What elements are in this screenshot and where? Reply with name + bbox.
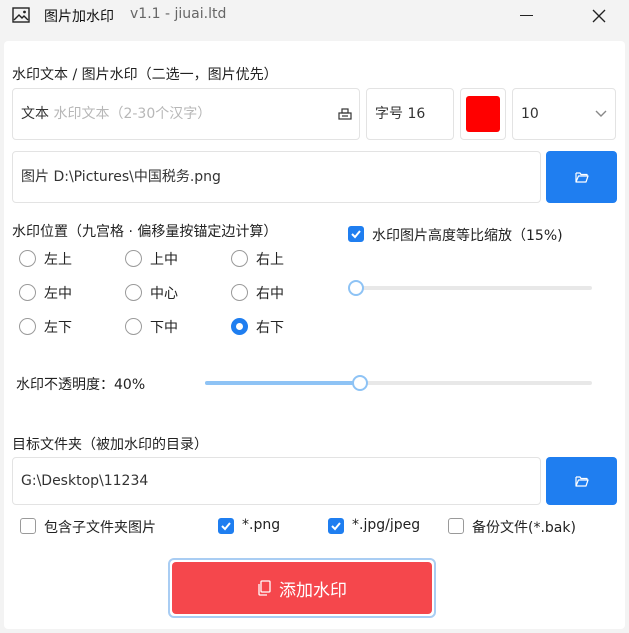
opacity-label: 水印不透明度：40% [16, 377, 146, 393]
scale-label: 水印图片高度等比缩放（15%) [372, 228, 563, 244]
radio-label-bottom-center: 下中 [150, 320, 178, 336]
target-folder-value: G:\Desktop\11234 [21, 473, 149, 489]
radio-top-right[interactable] [231, 250, 248, 267]
browse-folder-button[interactable] [546, 457, 617, 505]
minimize-icon[interactable] [520, 15, 533, 16]
font-size-value: 16 [407, 106, 426, 122]
radio-middle-left[interactable] [19, 284, 36, 301]
watermark-text-field[interactable]: 文本 水印文本（2-30个汉字） [12, 88, 360, 140]
checkmark-icon [351, 230, 361, 239]
radio-top-left[interactable] [19, 250, 36, 267]
opacity-slider-fill [205, 381, 360, 385]
scale-checkbox[interactable] [348, 226, 364, 242]
radio-label-center: 中心 [150, 286, 178, 302]
radio-bottom-left[interactable] [19, 318, 36, 335]
window-title: 图片加水印 [44, 9, 114, 25]
image-path-field[interactable]: 图片 D:\Pictures\中国税务.png [12, 151, 541, 203]
image-path-content: 图片 D:\Pictures\中国税务.png [21, 152, 221, 202]
radio-label-bottom-left: 左下 [44, 320, 72, 336]
opacity-slider-track[interactable] [205, 381, 592, 385]
image-icon [12, 7, 30, 23]
checkmark-icon [221, 522, 231, 531]
chevron-down-icon [595, 110, 607, 117]
add-watermark-button[interactable]: 添加水印 [168, 558, 436, 618]
copy-icon [258, 580, 271, 596]
radio-middle-right[interactable] [231, 284, 248, 301]
radio-label-top-center: 上中 [150, 252, 178, 268]
color-swatch [466, 96, 500, 132]
close-icon[interactable] [588, 5, 610, 27]
browse-image-button[interactable] [546, 151, 617, 203]
jpg-label: *.jpg/jpeg [352, 517, 421, 533]
font-size-content: 字号 16 [375, 89, 425, 139]
font-size-field[interactable]: 字号 16 [366, 88, 454, 140]
radio-bottom-right[interactable] [231, 318, 248, 335]
folder-open-icon [574, 476, 589, 487]
add-watermark-label: 添加水印 [279, 580, 347, 601]
radio-center[interactable] [125, 284, 142, 301]
color-picker-button[interactable] [460, 88, 506, 140]
jpg-checkbox[interactable] [328, 518, 344, 534]
radio-label-top-right: 右上 [256, 252, 284, 268]
count-select-value: 10 [521, 106, 539, 122]
target-folder-field[interactable]: G:\Desktop\11234 [12, 457, 541, 505]
png-label: *.png [242, 517, 281, 533]
position-label: 水印位置（九宫格 · 偏移量按锚定边计算） [12, 224, 278, 240]
window-version: v1.1 - jiuai.ltd [130, 6, 227, 22]
backup-label: 备份文件(*.bak) [472, 520, 576, 536]
folder-open-icon [574, 172, 589, 183]
image-path-value: D:\Pictures\中国税务.png [53, 169, 221, 185]
opacity-slider-thumb[interactable] [351, 375, 368, 391]
include-subfolders-label: 包含子文件夹图片 [44, 520, 156, 536]
count-select[interactable]: 10 [512, 88, 616, 140]
target-folder-label: 目标文件夹（被加水印的目录） [12, 437, 208, 453]
watermark-text-content: 文本 水印文本（2-30个汉字） [21, 89, 211, 139]
keyboard-icon[interactable] [338, 107, 352, 121]
radio-label-top-left: 左上 [44, 252, 72, 268]
radio-label-bottom-right: 右下 [256, 320, 284, 336]
backup-checkbox[interactable] [448, 518, 464, 534]
title-bar: 图片加水印 v1.1 - jiuai.ltd [0, 0, 629, 32]
watermark-text-label: 文本 [21, 106, 49, 122]
radio-label-middle-left: 左中 [44, 286, 72, 302]
add-watermark-button-face: 添加水印 [172, 562, 432, 614]
include-subfolders-checkbox[interactable] [20, 518, 36, 534]
checkmark-icon [331, 522, 341, 531]
png-checkbox[interactable] [218, 518, 234, 534]
radio-top-center[interactable] [125, 250, 142, 267]
radio-bottom-center[interactable] [125, 318, 142, 335]
scale-slider-track[interactable] [351, 286, 592, 290]
image-path-label: 图片 [21, 169, 49, 185]
watermark-text-placeholder: 水印文本（2-30个汉字） [53, 106, 212, 122]
scale-slider-thumb[interactable] [347, 280, 364, 296]
watermark-source-label: 水印文本 / 图片水印（二选一，图片优先） [12, 67, 278, 83]
radio-label-middle-right: 右中 [256, 286, 284, 302]
font-size-label: 字号 [375, 106, 403, 122]
